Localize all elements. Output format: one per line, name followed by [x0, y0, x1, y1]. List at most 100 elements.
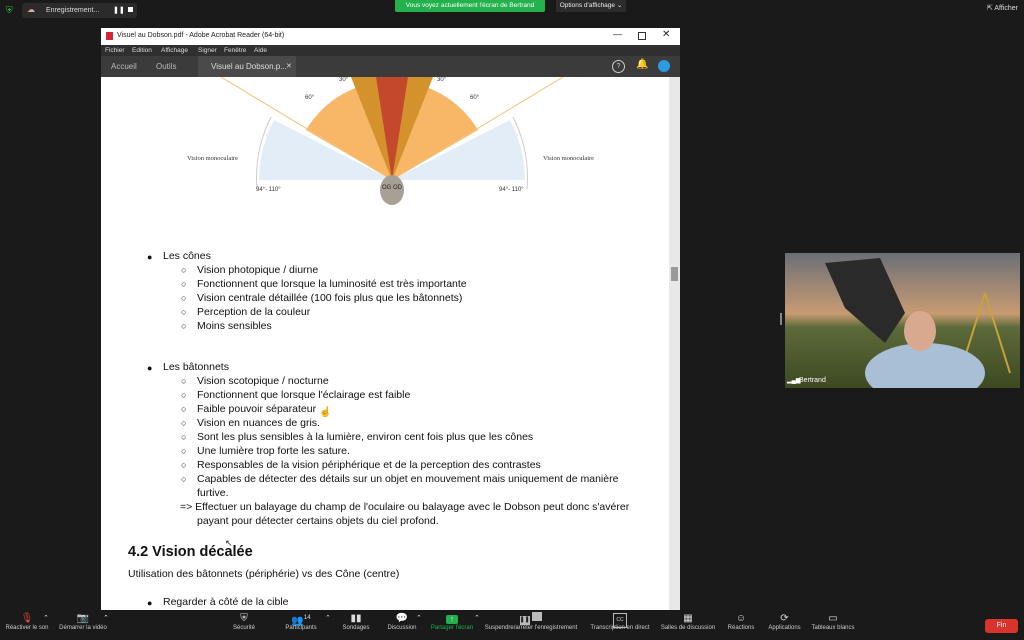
help-icon[interactable]: ?: [612, 60, 625, 73]
polls-label: Sondages: [342, 625, 370, 631]
sub-bullet: ○: [181, 446, 187, 456]
end-meeting-button[interactable]: Fin: [985, 619, 1018, 633]
sub-bullet: ○: [181, 293, 187, 303]
participant-name: Bertrand: [799, 377, 826, 384]
chat-chevron-icon[interactable]: ⌃: [416, 614, 422, 622]
angle-60-right: 60°: [470, 95, 480, 101]
menu-view[interactable]: Affichage: [161, 47, 188, 54]
stop-icon: [532, 612, 543, 621]
participants-count: 14: [303, 615, 311, 621]
view-options-button[interactable]: Options d'affichage ⌄: [556, 0, 626, 12]
menu-help[interactable]: Aide: [254, 47, 267, 54]
sub-bullet: ○: [181, 404, 187, 414]
polls-button[interactable]: ▮▮ Sondages: [340, 612, 372, 631]
security-button[interactable]: ⛨ Sécurité: [228, 612, 260, 631]
share-chevron-icon[interactable]: ⌃: [474, 614, 480, 622]
video-options-chevron-icon[interactable]: ⌃: [103, 614, 109, 622]
bell-icon[interactable]: 🔔: [636, 59, 648, 70]
sub-bullet: ○: [181, 474, 187, 484]
cones-item: Fonctionnent que lorsque la luminosité e…: [197, 278, 467, 290]
last-bullet: Regarder à côté de la cible: [163, 596, 289, 608]
tab-tools[interactable]: Outils: [156, 62, 176, 71]
menu-window[interactable]: Fenêtre: [224, 47, 246, 54]
show-button[interactable]: ⇱ Afficher: [987, 4, 1018, 12]
menu-sign[interactable]: Signer: [198, 47, 217, 54]
close-tab-icon[interactable]: ✕: [286, 62, 292, 70]
live-transcript-button[interactable]: CC Transcription en direct: [588, 612, 652, 631]
cones-item: Perception de la couleur: [197, 306, 311, 318]
share-screen-button[interactable]: ↑ Partager l'écran: [428, 612, 476, 631]
whiteboard-icon: ▭: [828, 613, 838, 624]
sub-bullet: ○: [181, 460, 187, 470]
menu-edit[interactable]: Edition: [132, 47, 152, 54]
rods-item: Vision en nuances de gris.: [197, 417, 320, 429]
sub-bullet: ○: [181, 279, 187, 289]
sub-bullet: ○: [181, 418, 187, 428]
tab-document[interactable]: Visuel au Dobson.p... ✕: [198, 56, 296, 77]
zoom-toolbar: 🎙 Réactiver le son ⌃ 📷 Démarrer la vidéo…: [0, 610, 1024, 640]
eyes-label: OG OD: [382, 185, 403, 191]
apps-button[interactable]: ⟳ Applications: [766, 612, 803, 631]
range-right-label: 94°- 110°: [499, 187, 524, 193]
rods-item: Responsables de la vision périphérique e…: [197, 459, 541, 471]
recording-label: Enregistrement...: [46, 7, 100, 14]
mono-right-label: Vision monoculaire: [543, 155, 595, 162]
minimize-icon[interactable]: —: [613, 29, 622, 39]
breakout-rooms-button[interactable]: ▦ Salles de discussion: [659, 612, 717, 631]
pdf-icon: [106, 32, 113, 40]
rods-item: Faible pouvoir séparateur: [197, 403, 317, 415]
hand-cursor-icon: ☝: [319, 407, 332, 418]
video-drag-handle[interactable]: [780, 313, 782, 325]
whiteboards-label: Tableaux blancs: [811, 625, 855, 631]
menu-file[interactable]: Fichier: [105, 47, 125, 54]
participants-button[interactable]: 👥14 Participants: [281, 612, 321, 631]
record-button[interactable]: ❚❚ Suspendre/arrêter l'enregistrement: [481, 612, 581, 631]
cones-title: Les cônes: [163, 250, 211, 262]
reactions-button[interactable]: ☺ Réactions: [726, 612, 756, 631]
bar-chart-icon: ▮▮: [350, 613, 362, 624]
participant-video[interactable]: ▂▄▆ Bertrand: [785, 253, 1020, 388]
participants-chevron-icon[interactable]: ⌃: [325, 614, 331, 622]
scroll-thumb[interactable]: [671, 267, 678, 281]
rods-item: Fonctionnent que lorsque l'éclairage est…: [197, 389, 411, 401]
cones-item: Vision centrale détaillée (100 fois plus…: [197, 292, 463, 304]
rods-item: Capables de détecter des détails sur un …: [197, 473, 619, 485]
rods-item: Sont les plus sensibles à la lumière, en…: [197, 431, 534, 443]
shield-icon: ⛨: [240, 613, 248, 624]
start-video-label: Démarrer la vidéo: [59, 625, 107, 631]
sub-bullet: ○: [181, 432, 187, 442]
apps-label: Applications: [768, 625, 801, 631]
rods-item: Vision scotopique / nocturne: [197, 375, 329, 387]
stop-recording-icon[interactable]: [128, 7, 133, 12]
pause-recording-icon[interactable]: ❚❚: [113, 6, 125, 14]
tab-bar: Accueil Outils Visuel au Dobson.p... ✕ ?…: [101, 56, 680, 77]
audio-options-chevron-icon[interactable]: ⌃: [43, 614, 49, 622]
maximize-icon[interactable]: [638, 32, 646, 40]
chat-button[interactable]: 💬 Discussion: [384, 612, 420, 631]
account-icon[interactable]: [658, 60, 670, 72]
video-background: [785, 253, 1020, 388]
range-left-label: 94°- 110°: [256, 187, 281, 193]
share-arrow-icon: ↑: [446, 615, 458, 624]
sub-bullet: ○: [181, 307, 187, 317]
tab-home[interactable]: Accueil: [111, 62, 137, 71]
share-banner: Vous voyez actuellement l'écran de Bertr…: [395, 0, 545, 12]
whiteboards-button[interactable]: ▭ Tableaux blancs: [810, 612, 856, 631]
mono-left-label: Vision monoculaire: [187, 155, 239, 162]
security-label: Sécurité: [232, 625, 255, 631]
record-label: Suspendre/arrêter l'enregistrement: [484, 625, 578, 631]
sub-bullet: ○: [181, 265, 187, 275]
shield-icon[interactable]: ⛨: [6, 5, 13, 16]
close-icon[interactable]: ✕: [662, 29, 670, 40]
vertical-scrollbar[interactable]: [669, 77, 680, 610]
pdf-page: 30° 30° 60° 60° Vision monoculaire Visio…: [101, 77, 669, 610]
field-of-view-diagram: [220, 77, 564, 205]
cones-item: Vision photopique / diurne: [197, 264, 319, 276]
sub-bullet: ○: [181, 321, 187, 331]
conclusion-line-2: payant pour détecter certains objets du …: [197, 515, 439, 527]
participants-label: Participants: [285, 625, 317, 631]
apps-icon: ⟳: [780, 613, 789, 624]
section-title: 4.2 Vision décalée: [128, 544, 253, 560]
chevron-down-icon: ⌄: [616, 2, 623, 9]
view-options-label: Options d'affichage: [559, 2, 616, 9]
